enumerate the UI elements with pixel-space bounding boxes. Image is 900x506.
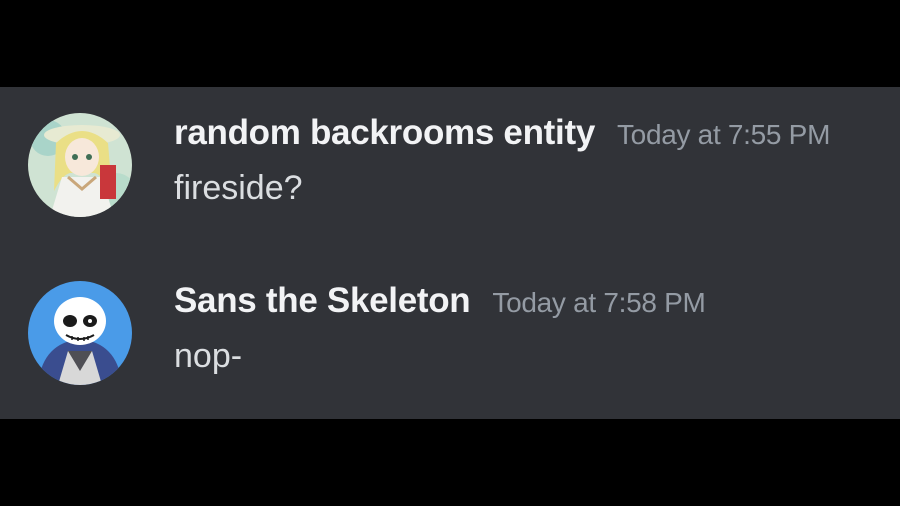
chat-message[interactable]: Sans the Skeleton Today at 7:58 PM nop- xyxy=(0,277,900,397)
username-label[interactable]: Sans the Skeleton xyxy=(174,281,471,321)
username-label[interactable]: random backrooms entity xyxy=(174,113,595,153)
message-header: random backrooms entity Today at 7:55 PM xyxy=(174,113,830,153)
letterbox-frame: random backrooms entity Today at 7:55 PM… xyxy=(0,0,900,506)
message-text: fireside? xyxy=(174,169,303,207)
message-text: nop- xyxy=(174,337,243,375)
timestamp-label: Today at 7:58 PM xyxy=(492,287,706,318)
user-avatar-icon[interactable] xyxy=(28,113,132,217)
timestamp-label: Today at 7:55 PM xyxy=(616,119,831,150)
chat-message-list: random backrooms entity Today at 7:55 PM… xyxy=(0,87,900,419)
user-avatar-icon[interactable] xyxy=(28,281,132,385)
chat-message[interactable]: random backrooms entity Today at 7:55 PM… xyxy=(0,109,900,229)
message-header: Sans the Skeleton Today at 7:58 PM xyxy=(174,281,706,321)
